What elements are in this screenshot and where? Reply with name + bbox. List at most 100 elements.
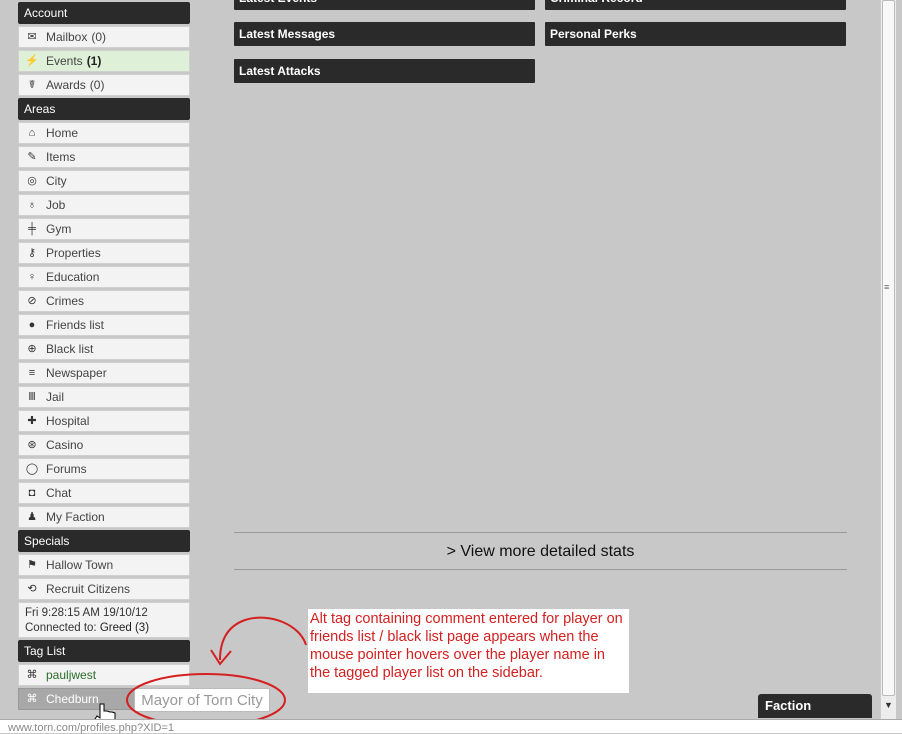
annotation-arrow-head [210, 649, 232, 666]
sidebar-item-label: Hallow Town [46, 558, 114, 572]
server-name: Greed (3) [99, 622, 150, 634]
sidebar-item-hospital[interactable]: ✚ Hospital [18, 410, 190, 432]
sidebar-item-label: Recruit Citizens [46, 582, 131, 596]
sidebar-item-label: Education [46, 270, 100, 284]
chat-icon: ◘ [28, 487, 36, 499]
vertical-scrollbar[interactable]: ≡ ▼ [880, 0, 896, 720]
sidebar-item-my-faction[interactable]: ♟ My Faction [18, 506, 190, 528]
sidebar-item-label: Friends list [46, 318, 105, 332]
sidebar-item-label: My Faction [46, 510, 105, 524]
envelope-icon: ✉ [27, 31, 37, 43]
sidebar-item-label: Awards [46, 78, 86, 92]
faction-tab[interactable]: Faction [758, 694, 872, 718]
person-icon: ● [28, 319, 36, 331]
lines-icon: ≡ [28, 367, 36, 379]
bars-icon: Ⅲ [28, 391, 36, 403]
speech-bubble-icon: ◯ [25, 463, 39, 475]
sidebar-item-chat[interactable]: ◘ Chat [18, 482, 190, 504]
sidebar-item-label: Crimes [46, 294, 84, 308]
latest-messages-bar[interactable]: Latest Messages [234, 22, 535, 46]
sidebar-item-home[interactable]: ⌂ Home [18, 122, 190, 144]
crosshair-icon: ⊕ [27, 343, 37, 355]
flag-icon: ⚑ [27, 559, 37, 571]
sidebar-item-black-list[interactable]: ⊕ Black list [18, 338, 190, 360]
no-entry-icon: ⊘ [27, 295, 37, 307]
latest-attacks-bar[interactable]: Latest Attacks [234, 59, 535, 83]
browser-status-bar: www.torn.com/profiles.php?XID=1 [0, 719, 902, 734]
specials-header: Specials [18, 530, 190, 552]
people-icon: ♟ [27, 511, 37, 523]
scrollbar-thumb[interactable] [882, 0, 895, 696]
sidebar-item-job[interactable]: ♁ Job [18, 194, 190, 216]
bulb-icon: ♀ [27, 271, 37, 283]
areas-header: Areas [18, 98, 190, 120]
sidebar-item-label: Events [46, 54, 83, 68]
sidebar-item-gym[interactable]: ╪ Gym [18, 218, 190, 240]
sidebar-item-hallow-town[interactable]: ⚑ Hallow Town [18, 554, 190, 576]
view-detailed-stats-link[interactable]: > View more detailed stats [234, 532, 847, 570]
sidebar-item-city[interactable]: ◎ City [18, 170, 190, 192]
sidebar-item-label: Job [46, 198, 66, 212]
sidebar-item-label: Hospital [46, 414, 90, 428]
refresh-icon: ⟲ [27, 583, 37, 595]
server-clock: Fri 9:28:15 AM 19/10/12 Connected to: Gr… [18, 602, 190, 638]
account-header: Account [18, 2, 190, 24]
sidebar-item-label: Casino [46, 438, 84, 452]
sidebar-item-label: City [46, 174, 67, 188]
sidebar-item-label: Mailbox [46, 30, 88, 44]
sidebar-item-casino[interactable]: ⊛ Casino [18, 434, 190, 456]
connected-label: Connected to: [25, 622, 97, 634]
sidebar-item-recruit-citizens[interactable]: ⟲ Recruit Citizens [18, 578, 190, 600]
criminal-record-bar[interactable]: Criminal Record [545, 0, 846, 10]
personal-perks-bar[interactable]: Personal Perks [545, 22, 846, 46]
awards-count: (0) [89, 78, 105, 92]
home-icon: ⌂ [28, 127, 36, 139]
sidebar-item-properties[interactable]: ⚷ Properties [18, 242, 190, 264]
dumbbell-icon: ╪ [28, 223, 36, 235]
latest-events-bar[interactable]: Latest Events [234, 0, 535, 10]
sidebar-item-crimes[interactable]: ⊘ Crimes [18, 290, 190, 312]
sidebar-item-label: Jail [46, 390, 65, 404]
coin-icon: ⊛ [27, 439, 37, 451]
sidebar-item-awards[interactable]: ☤ Awards (0) [18, 74, 190, 96]
tag-icon: ⌘ [26, 693, 38, 705]
sidebar-item-label: Chat [46, 486, 72, 500]
globe-icon: ◎ [27, 175, 37, 187]
sidebar-item-label: Home [46, 126, 79, 140]
alt-tooltip: Mayor of Torn City [134, 688, 270, 712]
grip-icon: ≡ [884, 282, 890, 292]
plus-icon: ✚ [27, 415, 37, 427]
pencil-icon: ✎ [27, 151, 37, 163]
sidebar-item-label: Items [46, 150, 76, 164]
events-count: (1) [86, 54, 102, 68]
lightning-icon: ⚡ [25, 55, 39, 67]
annotation-note: Alt tag containing comment entered for p… [308, 609, 629, 693]
sidebar-item-label: Black list [46, 342, 94, 356]
tag-item-pauljwest[interactable]: ⌘ pauljwest [18, 664, 190, 686]
sidebar-item-friends-list[interactable]: ● Friends list [18, 314, 190, 336]
sidebar-item-events[interactable]: ⚡ Events (1) [18, 50, 190, 72]
connection-info: Connected to: Greed (3) [25, 621, 183, 636]
tag-item-label: Chedburn [46, 692, 99, 706]
tag-list-header: Tag List [18, 640, 190, 662]
status-url: www.torn.com/profiles.php?XID=1 [8, 722, 174, 734]
sidebar-item-label: Gym [46, 222, 72, 236]
mailbox-count: (0) [91, 30, 107, 44]
sidebar-item-newspaper[interactable]: ≡ Newspaper [18, 362, 190, 384]
medal-icon: ☤ [28, 79, 36, 91]
sidebar-item-jail[interactable]: Ⅲ Jail [18, 386, 190, 408]
money-bag-icon: ♁ [27, 199, 37, 211]
scroll-down-icon[interactable]: ▼ [884, 700, 893, 710]
tag-item-label: pauljwest [46, 668, 97, 682]
annotation-arrow-curve [219, 616, 307, 661]
sidebar-item-education[interactable]: ♀ Education [18, 266, 190, 288]
clock-time: Fri 9:28:15 AM 19/10/12 [25, 607, 148, 619]
sidebar-item-label: Newspaper [46, 366, 107, 380]
key-icon: ⚷ [27, 247, 37, 259]
sidebar-item-items[interactable]: ✎ Items [18, 146, 190, 168]
tag-icon: ⌘ [26, 669, 38, 681]
sidebar-item-mailbox[interactable]: ✉ Mailbox (0) [18, 26, 190, 48]
sidebar: Account ✉ Mailbox (0) ⚡ Events (1) ☤ Awa… [18, 2, 190, 712]
sidebar-item-label: Forums [46, 462, 87, 476]
sidebar-item-forums[interactable]: ◯ Forums [18, 458, 190, 480]
